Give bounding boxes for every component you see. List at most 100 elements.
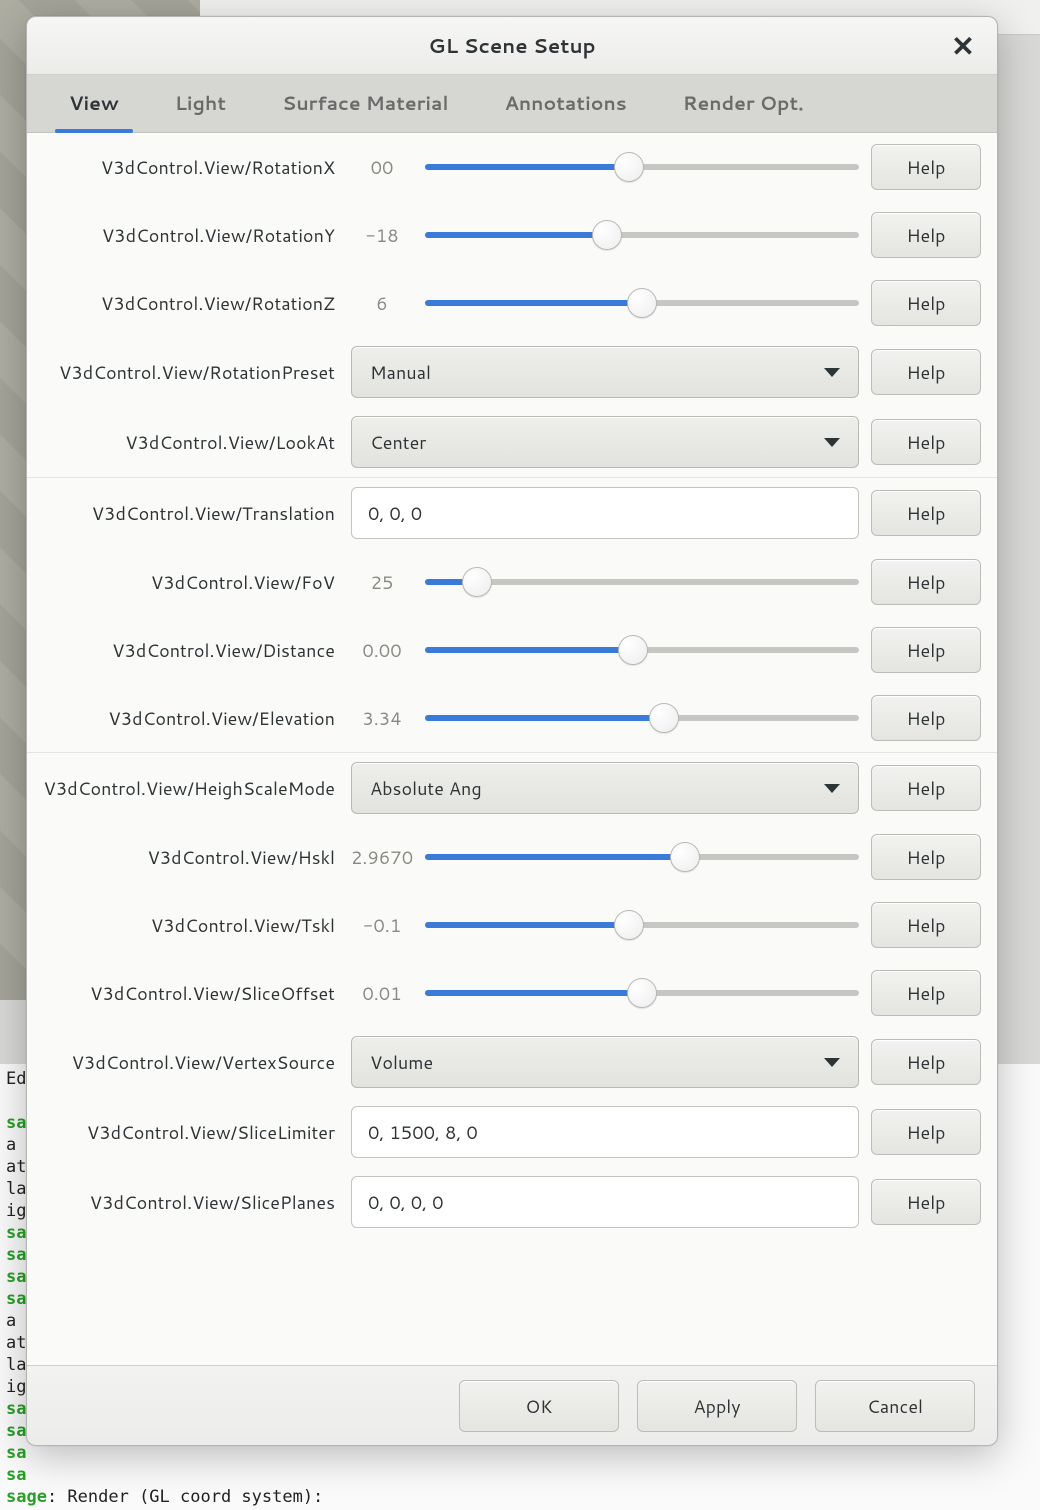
param-dropdown[interactable]: Absolute Ang (351, 762, 859, 814)
tab-bar: ViewLightSurface MaterialAnnotationsRend… (27, 75, 997, 133)
param-label: V3dControl.View/Hskl (29, 844, 339, 870)
param-label: V3dControl.View/Elevation (29, 705, 339, 731)
help-button-label: Help (906, 844, 945, 870)
help-button[interactable]: Help (871, 902, 981, 948)
help-button-label: Help (906, 1119, 945, 1145)
help-button[interactable]: Help (871, 144, 981, 190)
tab-light[interactable]: Light (147, 75, 254, 132)
help-button[interactable]: Help (871, 280, 981, 326)
chevron-down-icon (824, 784, 840, 793)
param-label: V3dControl.View/Distance (29, 637, 339, 663)
param-value: -18 (351, 222, 413, 248)
param-label: V3dControl.View/RotationZ (29, 290, 339, 316)
slider-thumb[interactable] (614, 910, 644, 940)
row-elevation: V3dControl.View/Elevation 3.34 Help (27, 684, 997, 752)
help-button[interactable]: Help (871, 419, 981, 465)
help-button[interactable]: Help (871, 765, 981, 811)
help-button[interactable]: Help (871, 627, 981, 673)
param-value: -0.1 (351, 912, 413, 938)
param-slider[interactable] (425, 978, 859, 1008)
dropdown-value: Center (370, 429, 426, 455)
help-button[interactable]: Help (871, 490, 981, 536)
param-dropdown[interactable]: Volume (351, 1036, 859, 1088)
param-value: 3.34 (351, 705, 413, 731)
param-text-input[interactable]: 0, 0, 0 (351, 487, 859, 539)
param-slider[interactable] (425, 703, 859, 733)
cancel-button[interactable]: Cancel (815, 1380, 975, 1432)
help-button-label: Help (906, 500, 945, 526)
dialog-body: V3dControl.View/RotationX00HelpV3dContro… (27, 133, 997, 1365)
help-button-label: Help (906, 359, 945, 385)
help-button[interactable]: Help (871, 970, 981, 1016)
slider-thumb[interactable] (614, 152, 644, 182)
help-button-label: Help (906, 429, 945, 455)
tab-annotations[interactable]: Annotations (477, 75, 655, 132)
chevron-down-icon (824, 1058, 840, 1067)
help-button-label: Help (906, 980, 945, 1006)
param-slider[interactable] (425, 220, 859, 250)
help-button-label: Help (906, 637, 945, 663)
param-slider[interactable] (425, 288, 859, 318)
cancel-button-label: Cancel (867, 1393, 923, 1419)
row-sliceplanes: V3dControl.View/SlicePlanes0, 0, 0, 0Hel… (27, 1167, 997, 1237)
slider-fill (425, 922, 629, 928)
param-text-input[interactable]: 0, 0, 0, 0 (351, 1176, 859, 1228)
row-slicelimiter: V3dControl.View/SliceLimiter0, 1500, 8, … (27, 1097, 997, 1167)
tab-render-opt[interactable]: Render Opt. (655, 75, 832, 132)
gl-scene-setup-dialog: GL Scene Setup ✕ ViewLightSurface Materi… (26, 16, 998, 1446)
param-dropdown[interactable]: Center (351, 416, 859, 468)
help-button-label: Help (906, 1189, 945, 1215)
row-translation: V3dControl.View/Translation 0, 0, 0 Help (27, 478, 997, 548)
param-label: V3dControl.View/Tskl (29, 912, 339, 938)
help-button[interactable]: Help (871, 1179, 981, 1225)
param-slider[interactable] (425, 910, 859, 940)
param-dropdown[interactable]: Manual (351, 346, 859, 398)
help-button[interactable]: Help (871, 695, 981, 741)
param-label: V3dControl.View/RotationY (29, 222, 339, 248)
help-button[interactable]: Help (871, 559, 981, 605)
param-label: V3dControl.View/VertexSource (29, 1049, 339, 1075)
row-rotationy: V3dControl.View/RotationY -18 Help (27, 201, 997, 269)
param-slider[interactable] (425, 635, 859, 665)
close-button[interactable]: ✕ (947, 30, 979, 62)
slider-thumb[interactable] (462, 567, 492, 597)
param-value: 25 (351, 569, 413, 595)
slider-thumb[interactable] (670, 842, 700, 872)
param-slider[interactable] (425, 567, 859, 597)
param-value: 2.9670 (351, 844, 413, 870)
param-label: V3dControl.View/Translation (29, 500, 339, 526)
help-button[interactable]: Help (871, 349, 981, 395)
tab-surface-material[interactable]: Surface Material (254, 75, 476, 132)
slider-thumb[interactable] (627, 978, 657, 1008)
param-label: V3dControl.View/LookAt (29, 429, 339, 455)
help-button-label: Help (906, 912, 945, 938)
dialog-footer: OK Apply Cancel (27, 1365, 997, 1445)
slider-fill (425, 164, 629, 170)
tab-view[interactable]: View (41, 75, 147, 132)
param-slider[interactable] (425, 152, 859, 182)
slider-thumb[interactable] (627, 288, 657, 318)
help-button-label: Help (906, 705, 945, 731)
slider-thumb[interactable] (649, 703, 679, 733)
dialog-title: GL Scene Setup (428, 32, 595, 60)
slider-fill (425, 854, 685, 860)
apply-button[interactable]: Apply (637, 1380, 797, 1432)
chevron-down-icon (824, 438, 840, 447)
ok-button-label: OK (525, 1393, 552, 1419)
help-button-label: Help (906, 154, 945, 180)
text-input-value: 0, 1500, 8, 0 (368, 1119, 478, 1145)
help-button[interactable]: Help (871, 212, 981, 258)
param-value: 0.01 (351, 980, 413, 1006)
help-button[interactable]: Help (871, 834, 981, 880)
help-button[interactable]: Help (871, 1039, 981, 1085)
help-button[interactable]: Help (871, 1109, 981, 1155)
param-slider[interactable] (425, 842, 859, 872)
param-label: V3dControl.View/HeighScaleMode (29, 775, 339, 801)
slider-thumb[interactable] (592, 220, 622, 250)
slider-fill (425, 715, 664, 721)
dropdown-value: Manual (370, 359, 431, 385)
param-text-input[interactable]: 0, 1500, 8, 0 (351, 1106, 859, 1158)
slider-thumb[interactable] (618, 635, 648, 665)
ok-button[interactable]: OK (459, 1380, 619, 1432)
param-value: 6 (351, 290, 413, 316)
